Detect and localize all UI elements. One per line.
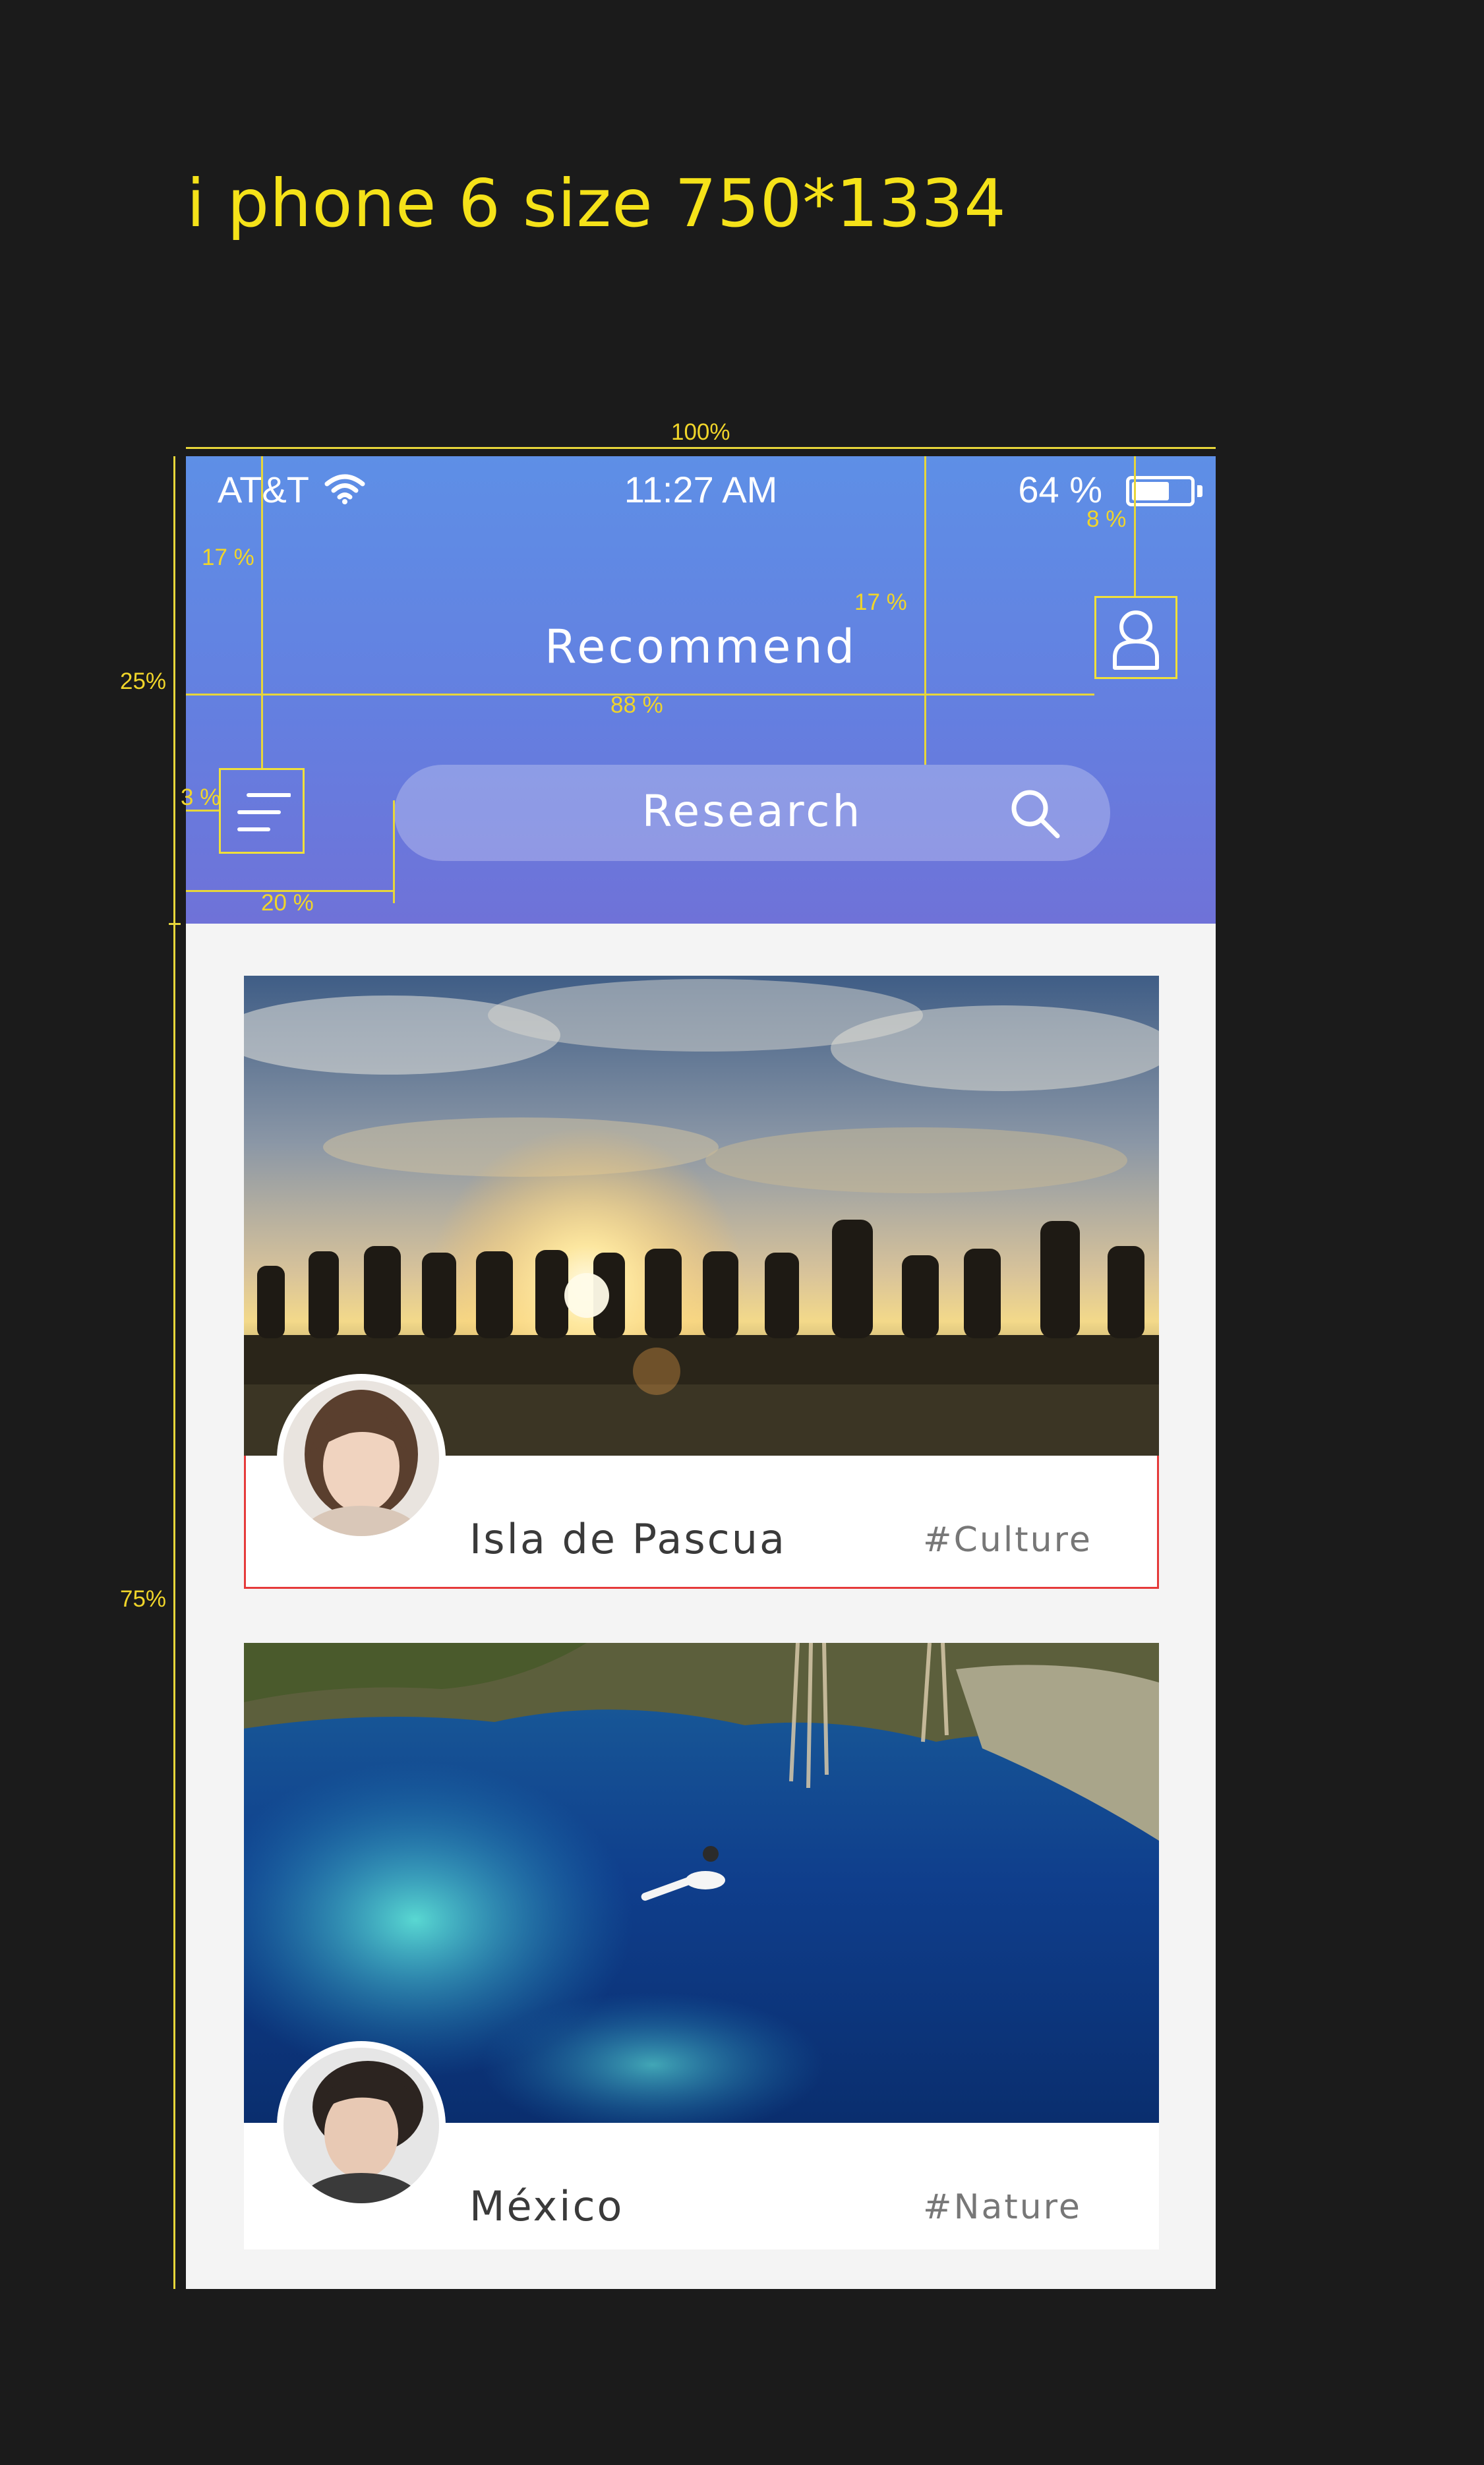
guide-line: [1134, 456, 1136, 596]
guide-label: 17 %: [202, 545, 254, 570]
battery-percent: 64 %: [1018, 469, 1102, 510]
search-bar[interactable]: Research: [394, 765, 1110, 861]
battery-level-fill: [1132, 482, 1170, 500]
profile-icon: [1113, 610, 1159, 670]
avatar-photo: [283, 2048, 439, 2203]
phone-screen: AT&T 11:27 AM 64 % Recommend Research Is…: [186, 456, 1216, 2289]
place-name: México: [469, 2182, 624, 2230]
guide-line: [169, 923, 181, 925]
guide-label: 3 %: [181, 785, 221, 810]
guide-label: 75%: [120, 1586, 167, 1612]
guide-line: [924, 456, 926, 765]
guide-label: 8 %: [1086, 506, 1127, 532]
place-name: Isla de Pascua: [469, 1515, 787, 1563]
category-tag[interactable]: #Nature: [923, 2187, 1082, 2227]
menu-icon: [237, 793, 291, 831]
guide-label: 17 %: [854, 589, 907, 615]
guide-line: [173, 456, 175, 2289]
search-placeholder: Research: [641, 786, 863, 837]
guide-label: 100%: [671, 419, 730, 445]
avatar[interactable]: [277, 2041, 446, 2210]
profile-button[interactable]: [1094, 596, 1177, 679]
menu-button[interactable]: [219, 768, 305, 854]
search-icon[interactable]: [1009, 787, 1061, 840]
post-card[interactable]: Isla de Pascua #Culture: [244, 976, 1159, 1589]
guide-label: 88 %: [610, 692, 663, 718]
category-tag[interactable]: #Culture: [923, 1520, 1092, 1560]
avatar[interactable]: [277, 1374, 446, 1543]
guide-label: 25%: [120, 668, 167, 694]
post-card[interactable]: México #Nature: [244, 1643, 1159, 2249]
page-title: i phone 6 size 750*1334: [187, 165, 1007, 242]
guide-line: [393, 800, 395, 903]
guide-line: [261, 456, 263, 768]
guide-line: [186, 447, 1216, 449]
header: AT&T 11:27 AM 64 % Recommend Research: [186, 456, 1216, 924]
avatar-photo: [283, 1381, 439, 1536]
battery-icon: [1126, 476, 1195, 506]
battery-tip: [1197, 485, 1202, 497]
guide-label: 20 %: [261, 890, 314, 916]
header-title: Recommend: [544, 620, 858, 674]
